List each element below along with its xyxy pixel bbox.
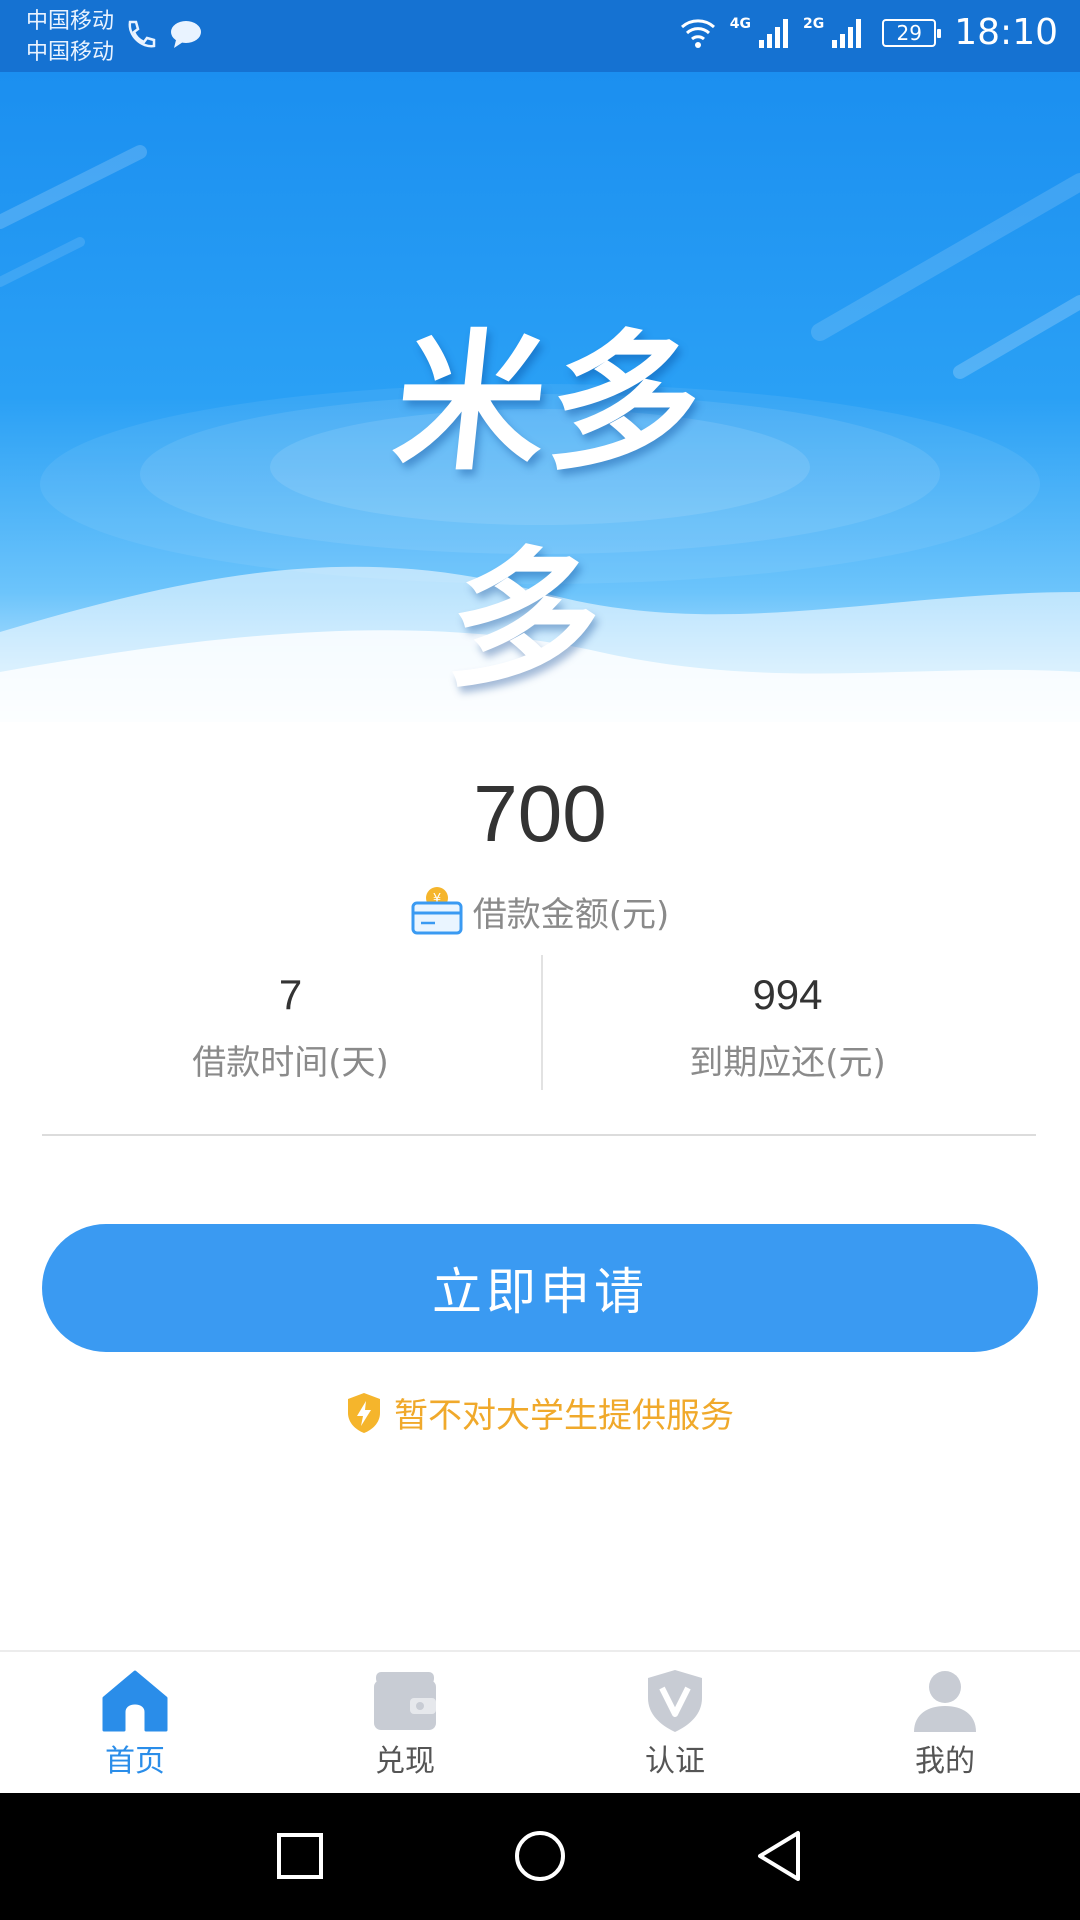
repay-amount-label: 到期应还(元)	[689, 1043, 886, 1083]
back-icon[interactable]	[754, 1823, 804, 1889]
clock: 18:10	[954, 12, 1058, 53]
shield-bolt-icon	[348, 1392, 380, 1433]
wifi-icon	[680, 18, 715, 48]
tab-home[interactable]: 首页	[0, 1652, 270, 1793]
loan-stats: 7 借款时间(天) 994 到期应还(元)	[42, 955, 1036, 1135]
notice-text: 暂不对大学生提供服务	[394, 1396, 734, 1436]
status-bar: 中国移动 中国移动 4G 2G 29 18:10	[0, 0, 1080, 72]
phone-icon	[128, 20, 156, 48]
loan-amount-label-row: ¥ 借款金额(元)	[0, 885, 1080, 937]
home-nav-icon[interactable]	[512, 1823, 568, 1889]
tab-verify-label: 认证	[645, 1744, 705, 1779]
bottom-tab-bar: 首页 兑现 认证 我的	[0, 1650, 1080, 1793]
battery-icon: 29	[882, 18, 942, 47]
message-icon	[171, 21, 201, 48]
carrier-info: 中国移动 中国移动	[26, 6, 114, 68]
tab-verify[interactable]: 认证	[540, 1652, 810, 1793]
hero-banner: 米多多	[0, 72, 1080, 722]
app-logo: 米多多	[386, 317, 714, 708]
carrier-1: 中国移动	[26, 9, 115, 34]
repay-amount-value: 994	[752, 971, 823, 1018]
loan-term-value: 7	[278, 971, 303, 1018]
loan-term-label: 借款时间(天)	[192, 1043, 389, 1083]
notice: 暂不对大学生提供服务	[0, 1388, 1080, 1437]
status-right: 4G 2G 29 18:10	[678, 12, 1058, 53]
tab-cash-out-label: 兑现	[375, 1744, 435, 1779]
recent-apps-icon[interactable]	[276, 1823, 324, 1889]
repay-amount: 994 到期应还(元)	[539, 955, 1036, 1091]
wallet-icon	[374, 1672, 436, 1730]
apply-now-button[interactable]: 立即申请	[42, 1224, 1038, 1352]
loan-amount: 700	[473, 769, 607, 858]
system-nav-bar	[0, 1793, 1080, 1920]
carrier-2: 中国移动	[26, 40, 115, 65]
tab-mine[interactable]: 我的	[810, 1652, 1080, 1793]
tab-cash-out[interactable]: 兑现	[270, 1652, 540, 1793]
loan-amount-label: 借款金额(元)	[472, 894, 670, 935]
loan-term: 7 借款时间(天)	[42, 955, 539, 1091]
tab-mine-label: 我的	[915, 1744, 975, 1779]
notification-icons	[122, 16, 204, 52]
user-icon	[914, 1671, 976, 1732]
network-type-2: 2G	[803, 16, 825, 32]
card-coin-icon: ¥	[411, 887, 463, 935]
home-icon	[102, 1670, 168, 1732]
tab-home-label: 首页	[105, 1744, 165, 1779]
section-divider	[42, 1134, 1036, 1136]
network-type-1: 4G	[729, 16, 752, 32]
signal-icon	[759, 18, 789, 48]
signal-icon	[832, 18, 862, 48]
shield-v-icon	[648, 1670, 702, 1732]
